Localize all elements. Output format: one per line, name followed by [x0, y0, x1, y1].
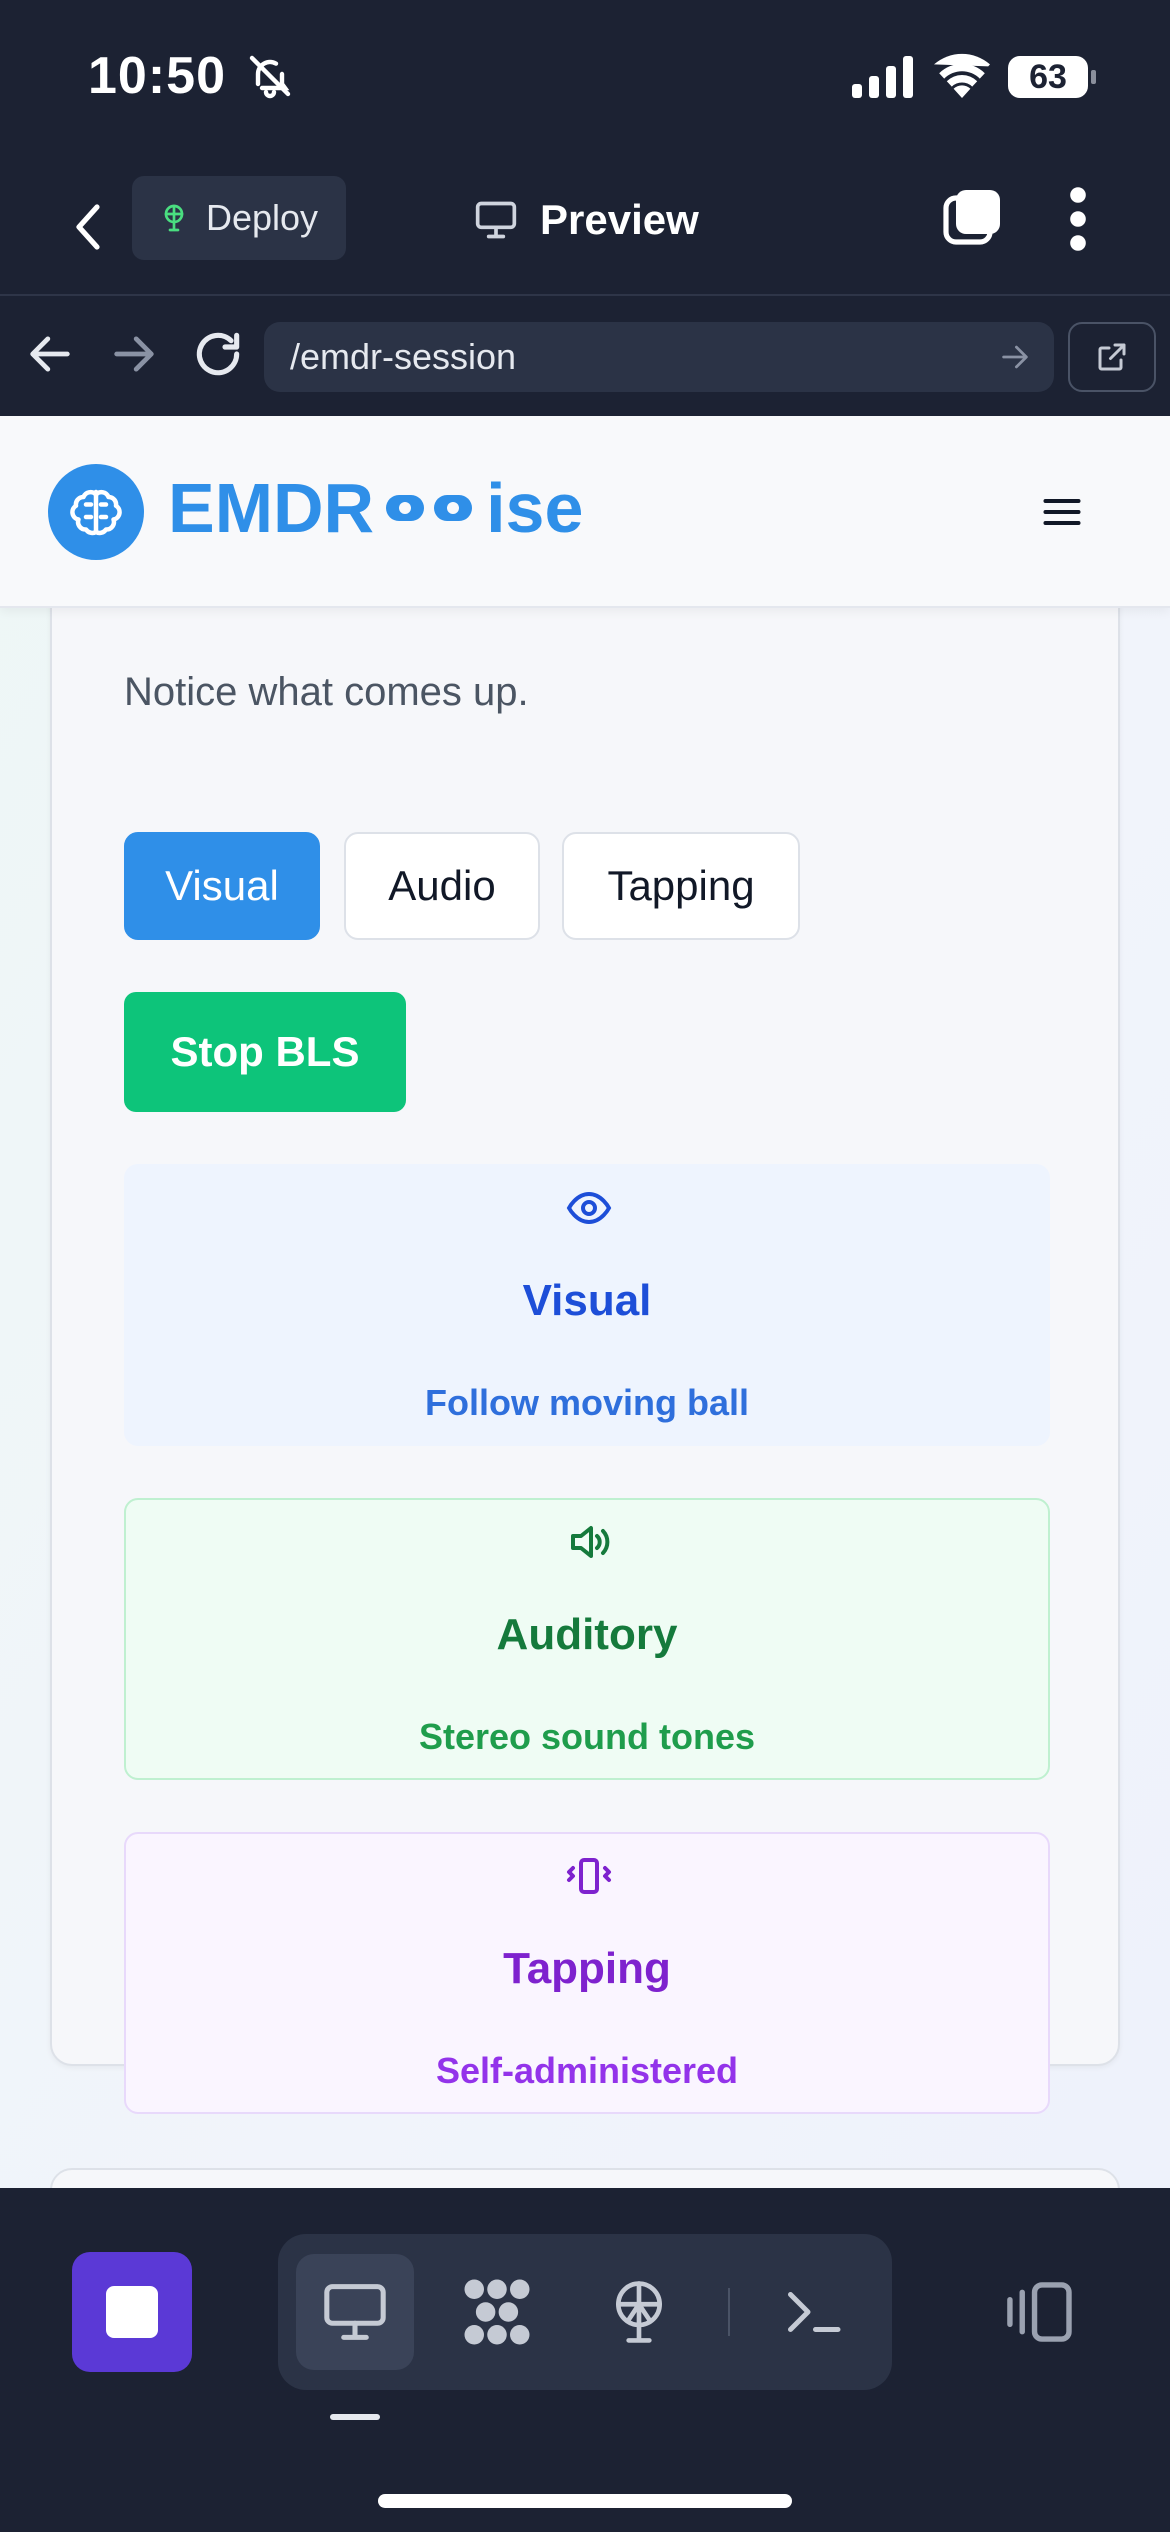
status-time: 10:50: [88, 47, 226, 105]
deploy-icon: [616, 2281, 662, 2343]
logo-text-right: ise: [486, 469, 584, 547]
hamburger-menu-icon[interactable]: [1040, 490, 1084, 534]
tool-group: [278, 2234, 892, 2390]
stop-bls-button[interactable]: Stop BLS: [124, 992, 406, 1112]
bls-session-card: Notice what comes up. Visual Audio Tappi…: [50, 536, 1120, 2114]
bell-muted-icon: [249, 55, 291, 99]
deploy-button[interactable]: Deploy: [132, 176, 346, 260]
site-header: EMDR ise: [0, 416, 1170, 608]
mode-tapping-button[interactable]: Tapping: [562, 832, 800, 940]
preview-label: Preview: [540, 196, 699, 243]
brain-icon: [70, 489, 122, 536]
tabs-icon[interactable]: [942, 186, 1004, 248]
next-card: [50, 2168, 1120, 2188]
logo-text-left: EMDR: [168, 469, 375, 547]
arrow-left-icon[interactable]: [24, 328, 76, 380]
url-input[interactable]: /emdr-session: [264, 322, 1054, 392]
url-text: /emdr-session: [290, 336, 517, 377]
modality-title: Auditory: [496, 1610, 678, 1659]
stop-square-icon: [106, 2286, 158, 2338]
signal-icon: [852, 56, 913, 98]
home-indicator[interactable]: [378, 2494, 792, 2508]
external-link-icon: [1098, 343, 1126, 371]
modality-subtitle: Stereo sound tones: [418, 1716, 756, 1757]
preview-tab[interactable]: Preview: [474, 190, 699, 250]
side-panel-icon[interactable]: [1000, 2280, 1074, 2344]
modality-title: Visual: [522, 1276, 652, 1325]
chevron-left-icon: [76, 204, 100, 250]
logo-wordmark[interactable]: EMDR ise: [168, 468, 583, 548]
deploy-label: Deploy: [206, 197, 319, 238]
deploy-tool-button[interactable]: [580, 2254, 698, 2370]
back-button[interactable]: [60, 190, 116, 264]
bottom-toolbar: [0, 2188, 1170, 2532]
terminal-icon: [788, 2292, 841, 2332]
monitor-icon: [475, 201, 517, 239]
active-tab-indicator: [330, 2414, 380, 2420]
cluster-icon: [464, 2279, 530, 2345]
deploy-icon: [164, 204, 184, 232]
instruction-text: Notice what comes up.: [124, 670, 529, 714]
wifi-icon: [934, 53, 990, 98]
shell-tool-button[interactable]: [754, 2254, 872, 2370]
more-vertical-icon[interactable]: [1060, 186, 1096, 252]
modality-subtitle: Follow moving ball: [425, 1382, 749, 1423]
workspace-tool-button[interactable]: [438, 2254, 556, 2370]
eyes-icon: [386, 495, 473, 521]
modality-visual-card: Visual Follow moving ball: [124, 1164, 1050, 1446]
web-viewport: EMDR ise Notice what comes up. Visual Au…: [0, 416, 1170, 2188]
monitor-icon: [324, 2284, 386, 2340]
logo-mark[interactable]: [48, 464, 144, 560]
app-bar: Deploy Preview: [0, 160, 1170, 294]
mode-visual-button[interactable]: Visual: [124, 832, 320, 940]
url-go-icon[interactable]: [998, 340, 1032, 374]
vibrate-icon: [567, 1858, 611, 1894]
stop-run-button[interactable]: [72, 2252, 192, 2372]
modality-auditory-card: Auditory Stereo sound tones: [124, 1498, 1050, 1780]
eye-icon: [566, 1191, 612, 1225]
arrow-right-icon[interactable]: [108, 328, 160, 380]
mode-audio-button[interactable]: Audio: [344, 832, 540, 940]
open-external-button[interactable]: [1068, 322, 1156, 392]
reload-icon[interactable]: [190, 326, 246, 382]
modality-tapping-card: Tapping Self-administered: [124, 1832, 1050, 2114]
battery-indicator: 63: [1008, 56, 1096, 98]
toolbar-separator: [728, 2288, 730, 2336]
modality-title: Tapping: [503, 1944, 671, 1993]
speaker-icon: [571, 1526, 610, 1558]
url-row: /emdr-session: [0, 294, 1170, 416]
modality-subtitle: Self-administered: [435, 2050, 739, 2091]
status-bar: 10:50 63: [0, 0, 1170, 160]
preview-tool-button[interactable]: [296, 2254, 414, 2370]
